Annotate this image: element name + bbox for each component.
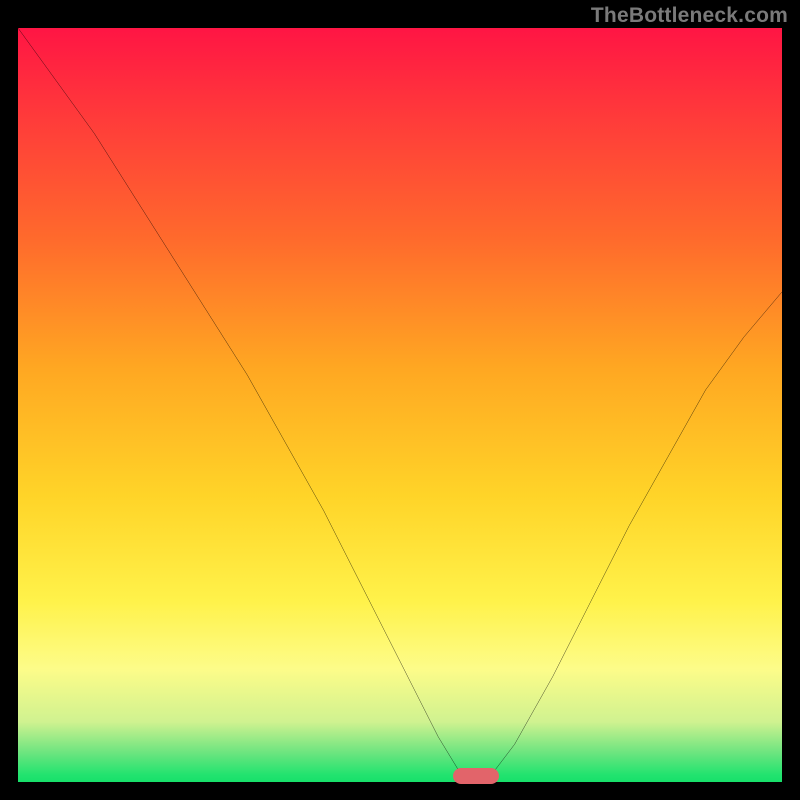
curve-path — [18, 28, 782, 782]
optimal-range-marker — [453, 768, 499, 784]
plot-area — [18, 28, 782, 782]
watermark-text: TheBottleneck.com — [591, 4, 788, 28]
chart-frame: TheBottleneck.com — [0, 0, 800, 800]
bottleneck-curve — [18, 28, 782, 782]
